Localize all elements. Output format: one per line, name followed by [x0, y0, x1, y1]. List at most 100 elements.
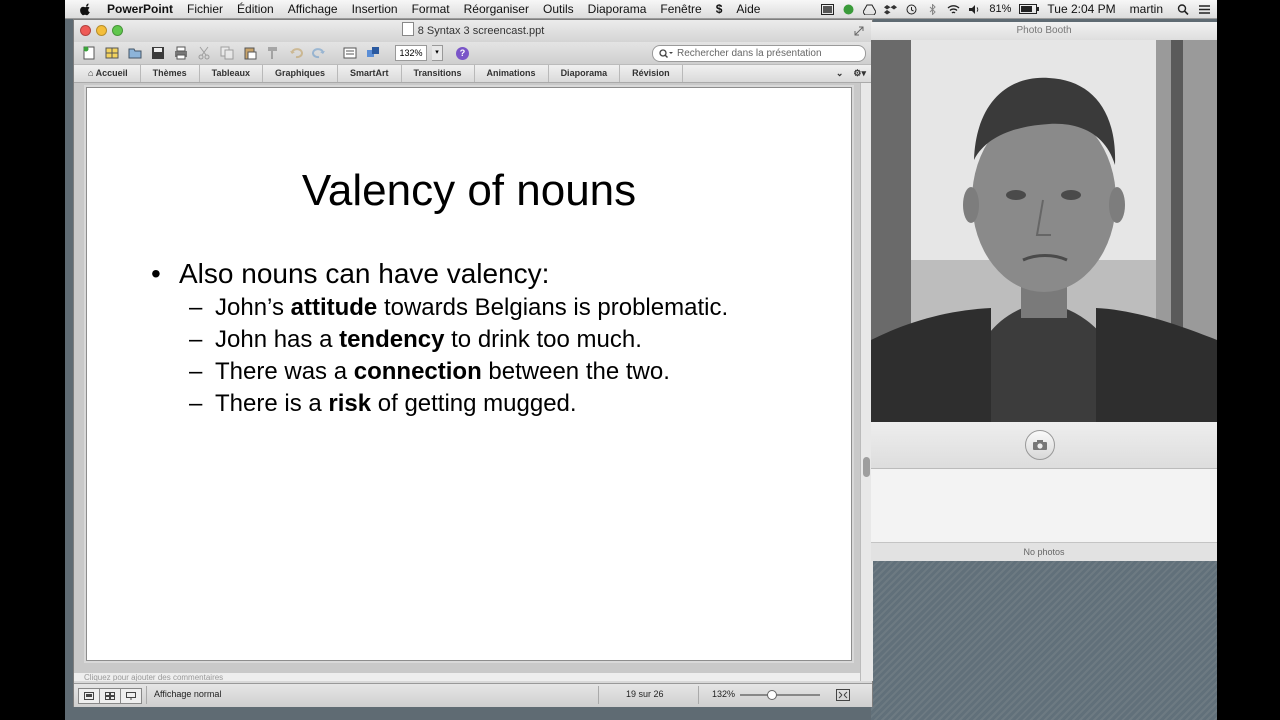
slide-sorter-toolbar-icon[interactable] [341, 45, 359, 61]
subbullet-keyword: tendency [339, 326, 445, 353]
tab-tableaux[interactable]: Tableaux [200, 65, 263, 82]
time-machine-icon[interactable] [905, 4, 918, 15]
copy-icon[interactable] [218, 45, 236, 61]
tab-transitions[interactable]: Transitions [402, 65, 475, 82]
minimize-button[interactable] [96, 25, 107, 36]
status-menus: 81% Tue 2:04 PM martin [821, 0, 1211, 18]
zoom-slider[interactable] [740, 690, 820, 700]
menu-insertion[interactable]: Insertion [352, 2, 398, 16]
photo-tray [871, 469, 1217, 542]
ribbon-collapse-icon[interactable]: ⌄ [836, 65, 844, 82]
menu-fichier[interactable]: Fichier [187, 2, 223, 16]
apple-icon[interactable] [79, 2, 93, 16]
zoom-field[interactable]: 132% [395, 45, 427, 61]
take-photo-button[interactable] [1025, 430, 1055, 460]
fit-to-window-icon[interactable] [836, 689, 850, 701]
tab-animations[interactable]: Animations [475, 65, 549, 82]
tab-diaporama[interactable]: Diaporama [549, 65, 621, 82]
arrange-icon[interactable] [364, 45, 382, 61]
save-icon[interactable] [149, 45, 167, 61]
format-painter-icon[interactable] [264, 45, 282, 61]
tab-themes[interactable]: Thèmes [141, 65, 200, 82]
camera-controls-bar [871, 422, 1217, 469]
scrollbar-thumb[interactable] [863, 457, 870, 477]
cut-icon[interactable] [195, 45, 213, 61]
screen: PowerPoint Fichier Édition Affichage Ins… [65, 0, 1217, 720]
subbullet-text-pre: There was a [215, 358, 354, 385]
menu-outils[interactable]: Outils [543, 2, 574, 16]
script-menu-icon[interactable]: $ [716, 2, 723, 16]
camera-icon [1033, 440, 1047, 450]
subbullet-text-post: of getting mugged. [371, 390, 577, 417]
battery-icon[interactable] [1019, 4, 1040, 14]
drive-icon[interactable] [863, 4, 877, 15]
menu-aide[interactable]: Aide [736, 2, 760, 16]
slide-position: 19 sur 26 [626, 689, 664, 699]
document-icon [401, 22, 414, 36]
gallery-icon[interactable] [103, 45, 121, 61]
tab-revision[interactable]: Révision [620, 65, 683, 82]
photo-booth-window: Photo Booth No photos [871, 22, 1217, 561]
dropbox-icon[interactable] [884, 4, 898, 15]
tab-accueil-label: Accueil [95, 68, 128, 78]
menu-fenetre[interactable]: Fenêtre [660, 2, 701, 16]
slide-sorter-icon[interactable] [99, 688, 121, 704]
menu-app-name[interactable]: PowerPoint [107, 2, 173, 16]
tab-graphiques[interactable]: Graphiques [263, 65, 339, 82]
screen-recording-icon[interactable] [821, 3, 835, 15]
current-slide[interactable]: Valency of nouns • Also nouns can have va… [86, 87, 852, 661]
redo-icon[interactable] [310, 45, 328, 61]
subbullet-text-post: between the two. [481, 358, 670, 385]
close-button[interactable] [80, 25, 91, 36]
menu-edition[interactable]: Édition [237, 2, 274, 16]
print-icon[interactable] [172, 45, 190, 61]
zoom-dropdown-arrow[interactable]: ▾ [432, 45, 443, 61]
spotlight-icon[interactable] [1177, 3, 1190, 15]
slide-body[interactable]: • Also nouns can have valency: – John’s at… [151, 258, 728, 418]
status-divider [598, 686, 599, 704]
slide-show-icon[interactable] [120, 688, 142, 704]
bluetooth-icon[interactable] [926, 3, 939, 15]
menu-affichage[interactable]: Affichage [288, 2, 338, 16]
notification-center-icon[interactable] [1198, 4, 1211, 15]
menu-reorganiser[interactable]: Réorganiser [464, 2, 529, 16]
ribbon-settings-icon[interactable]: ⚙▾ [853, 65, 866, 82]
menubar-user[interactable]: martin [1130, 2, 1163, 16]
subbullet-item: – John has a tendency to drink too much. [189, 326, 642, 353]
status-bar: Affichage normal 19 sur 26 132% [74, 683, 872, 707]
tab-smartart[interactable]: SmartArt [338, 65, 402, 82]
status-divider [698, 686, 699, 704]
ribbon-tabs: ⌂ Accueil Thèmes Tableaux Graphiques Sma… [74, 64, 872, 83]
subbullet-item: – John’s attitude towards Belgians is pro… [189, 294, 729, 321]
view-name: Affichage normal [154, 689, 222, 699]
help-icon[interactable]: ? [456, 46, 469, 60]
new-presentation-icon[interactable] [80, 45, 98, 61]
bluetooth-manager-icon[interactable] [842, 4, 855, 15]
menu-diaporama[interactable]: Diaporama [588, 2, 647, 16]
window-controls [80, 25, 123, 36]
menu-format[interactable]: Format [412, 2, 450, 16]
tab-accueil[interactable]: ⌂ Accueil [74, 65, 141, 82]
subbullet-keyword: attitude [290, 294, 378, 321]
status-zoom: 132% [712, 689, 736, 699]
fullscreen-icon[interactable] [854, 26, 864, 36]
slide-editing-area: Valency of nouns • Also nouns can have va… [74, 83, 860, 681]
zoom-button[interactable] [112, 25, 123, 36]
normal-view-icon[interactable] [78, 688, 100, 704]
search-field[interactable]: Rechercher dans la présentation [652, 45, 866, 62]
bullet-text: Also nouns can have valency: [179, 258, 550, 289]
status-divider [146, 686, 147, 704]
view-buttons [78, 688, 142, 704]
notes-pane[interactable]: Cliquez pour ajouter des commentaires [74, 673, 860, 681]
paste-icon[interactable] [241, 45, 259, 61]
open-icon[interactable] [126, 45, 144, 61]
battery-percent[interactable]: 81% [989, 3, 1011, 15]
volume-icon[interactable] [968, 4, 981, 15]
zoom-slider-knob[interactable] [767, 690, 777, 700]
slide-title[interactable]: Valency of nouns [87, 166, 851, 216]
menubar-clock[interactable]: Tue 2:04 PM [1047, 2, 1115, 16]
subbullet-text-post: to drink too much. [444, 326, 642, 353]
wifi-icon[interactable] [947, 4, 960, 15]
undo-icon[interactable] [287, 45, 305, 61]
notes-placeholder: Cliquez pour ajouter des commentaires [84, 673, 224, 681]
